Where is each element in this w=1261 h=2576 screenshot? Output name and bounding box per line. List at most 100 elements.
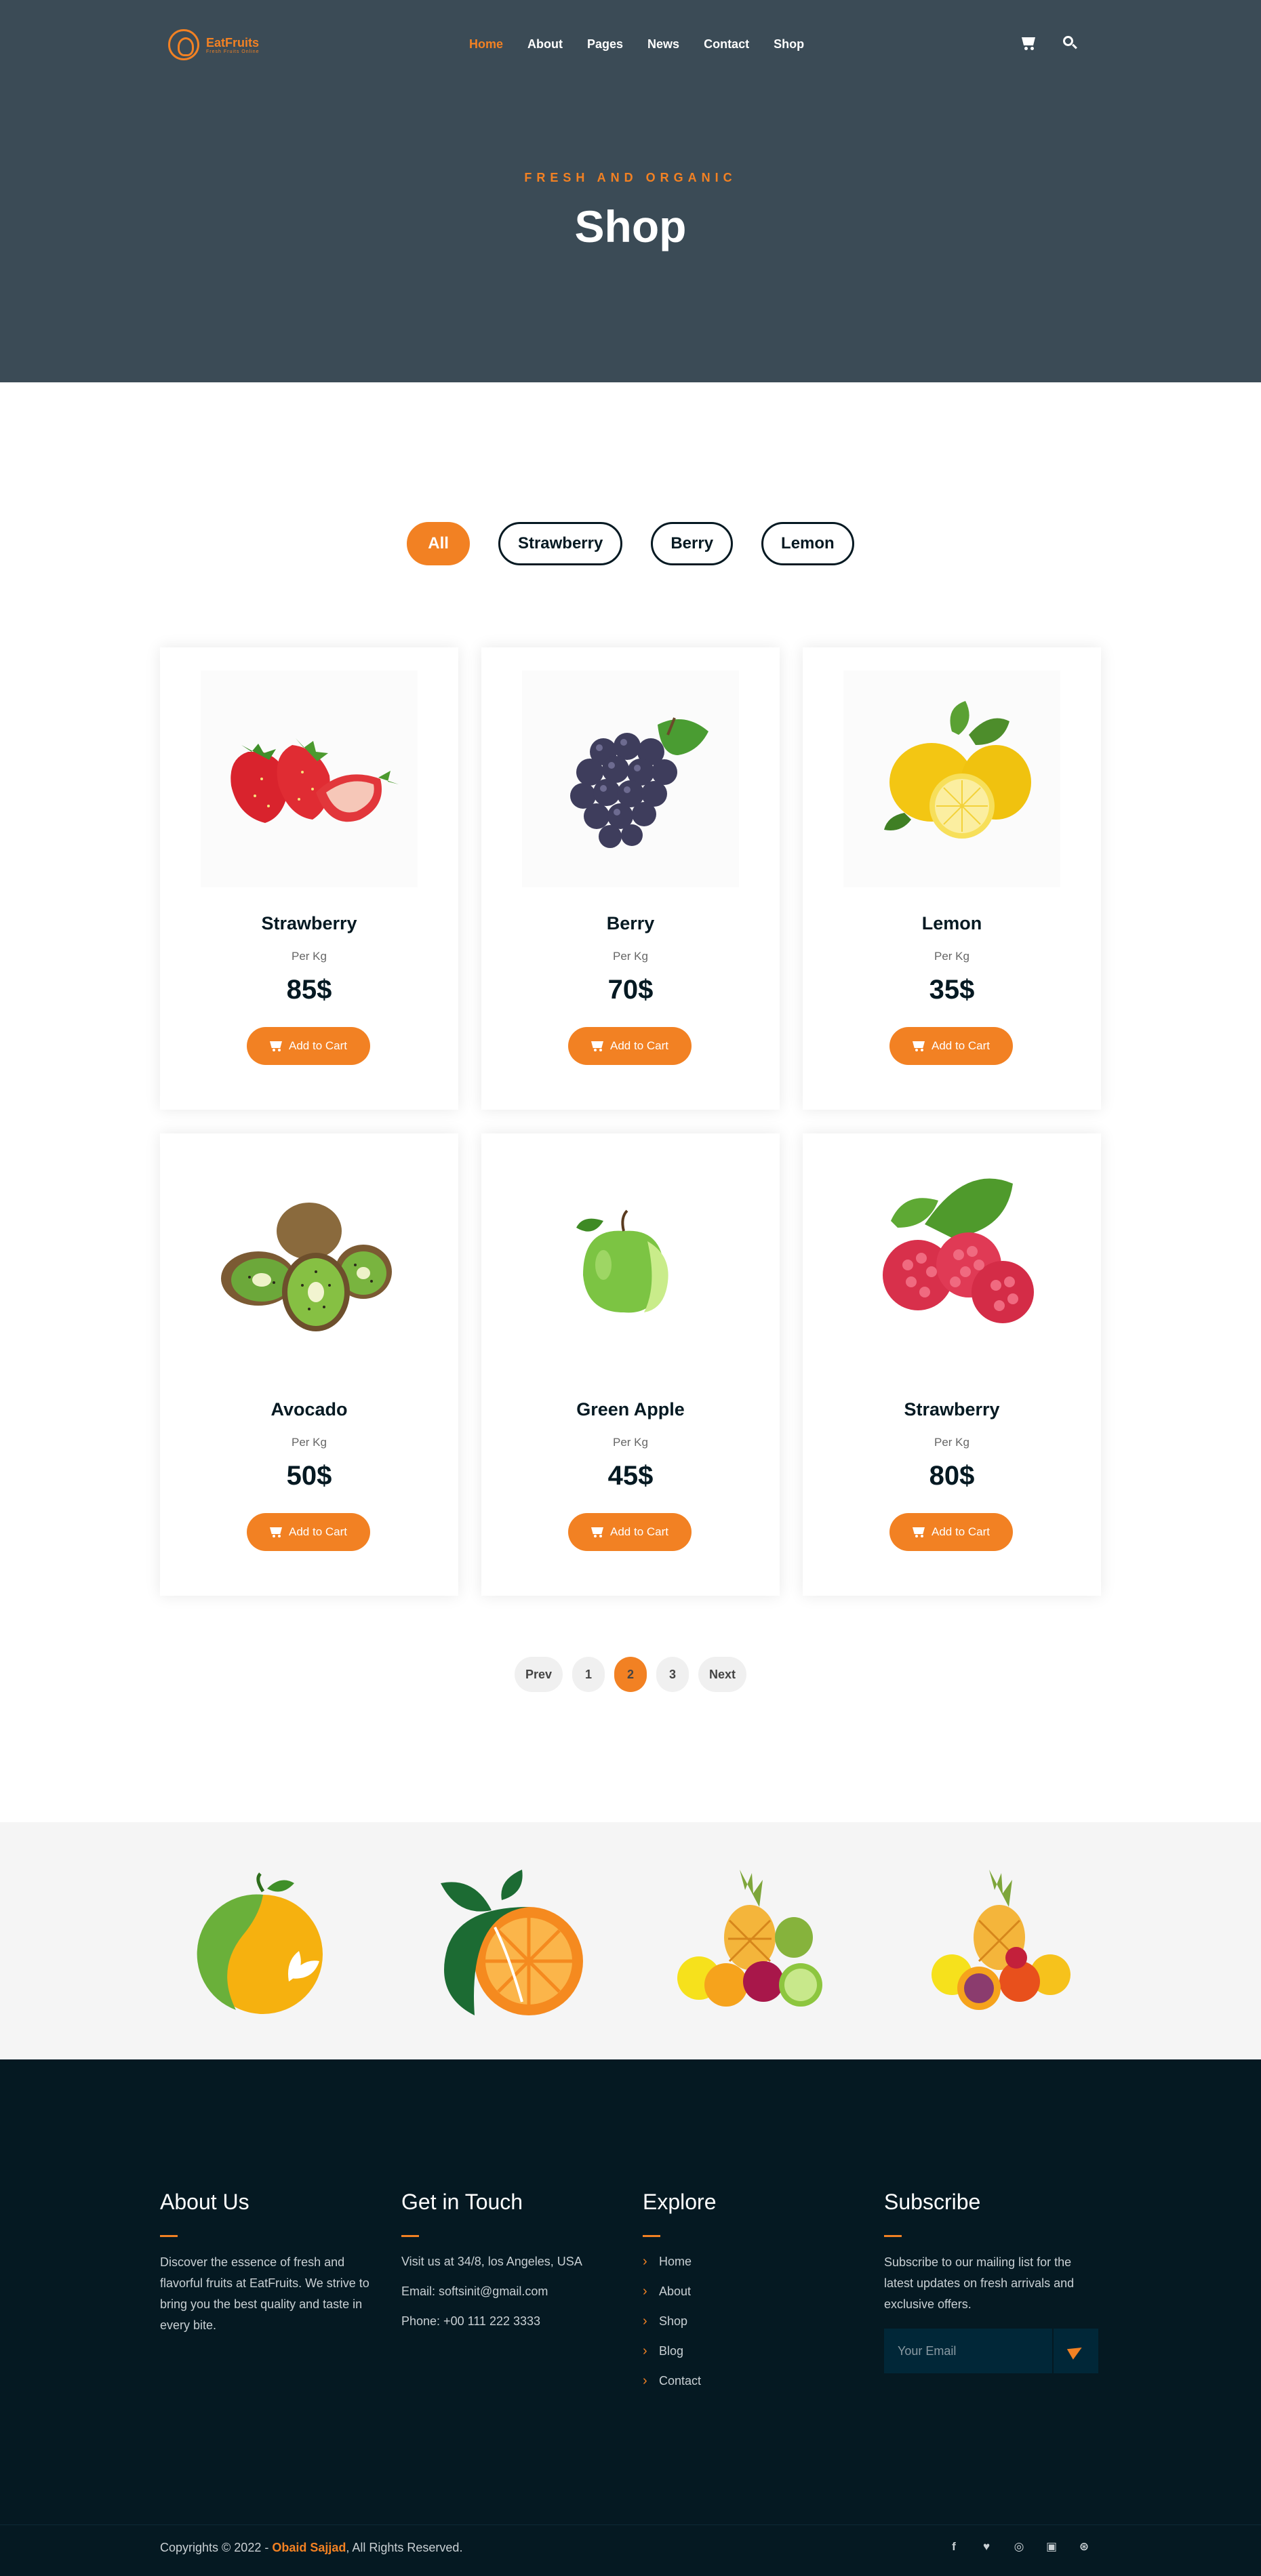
divider	[0, 2524, 1261, 2525]
product-filters: All Strawberry Berry Lemon	[0, 522, 1261, 565]
nav-item-shop[interactable]: Shop	[774, 33, 804, 56]
grapes-image[interactable]	[522, 670, 739, 887]
cart-icon	[270, 1527, 282, 1537]
footer-link-about[interactable]: › About	[643, 2276, 860, 2306]
filter-all[interactable]: All	[407, 522, 470, 565]
product-card: Avocado Per Kg 50$ Add to Cart	[160, 1133, 458, 1596]
chevron-right-icon: ›	[643, 2254, 647, 2269]
divider	[160, 2235, 178, 2237]
footer-about: About Us Discover the essence of fresh a…	[160, 2190, 377, 2336]
page-3-button[interactable]: 3	[656, 1657, 689, 1692]
product-card: Strawberry Per Kg 80$ Add to Cart	[803, 1133, 1101, 1596]
hero-section: EatFruits Fresh Fruits Online Home About…	[0, 0, 1261, 382]
product-name: Green Apple	[576, 1399, 685, 1420]
instagram-icon[interactable]: ◎	[1012, 2539, 1026, 2554]
logo-icon	[168, 29, 199, 60]
footer-about-title: About Us	[160, 2190, 249, 2214]
subscribe-form	[884, 2329, 1098, 2373]
footer-about-text: Discover the essence of fresh and flavor…	[160, 2255, 369, 2332]
add-to-cart-button[interactable]: Add to Cart	[889, 1027, 1013, 1065]
brand-name: EatFruits	[206, 35, 260, 49]
facebook-icon[interactable]: f	[946, 2539, 961, 2554]
tropical-fruits-logo-icon	[677, 1870, 822, 2007]
product-card: Strawberry Per Kg 85$ Add to Cart	[160, 647, 458, 1110]
social-links: f ♥ ◎ ▣ ⊛	[946, 2539, 1092, 2554]
filter-lemon[interactable]: Lemon	[761, 522, 854, 565]
add-to-cart-button[interactable]: Add to Cart	[889, 1513, 1013, 1551]
footer-link-home[interactable]: › Home	[643, 2247, 860, 2276]
product-unit: Per Kg	[292, 950, 327, 963]
subscribe-email-input[interactable]	[884, 2329, 1052, 2373]
contact-phone[interactable]: Phone: +00 111 222 3333	[401, 2306, 618, 2336]
nav-item-news[interactable]: News	[647, 33, 679, 56]
footer-link-blog[interactable]: › Blog	[643, 2336, 860, 2366]
product-unit: Per Kg	[934, 950, 969, 963]
lemon-image[interactable]	[843, 670, 1060, 887]
product-unit: Per Kg	[613, 950, 648, 963]
nav-item-about[interactable]: About	[527, 33, 563, 56]
cart-icon[interactable]	[1020, 34, 1038, 52]
footer-subscribe-title: Subscribe	[884, 2190, 981, 2214]
add-to-cart-button[interactable]: Add to Cart	[247, 1513, 370, 1551]
page-1-button[interactable]: 1	[572, 1657, 605, 1692]
add-to-cart-button[interactable]: Add to Cart	[568, 1513, 692, 1551]
cart-icon	[913, 1041, 925, 1051]
footer-contact-title: Get in Touch	[401, 2190, 523, 2214]
subscribe-button[interactable]	[1052, 2329, 1098, 2373]
chevron-right-icon: ›	[643, 2284, 647, 2299]
prev-page-button[interactable]: Prev	[514, 1657, 563, 1692]
fruit-basket-logo-icon	[932, 1870, 1070, 2010]
divider	[884, 2235, 902, 2237]
product-price: 35$	[929, 975, 975, 1005]
linkedin-icon[interactable]: ▣	[1044, 2539, 1059, 2554]
footer-contact: Get in Touch Visit us at 34/8, los Angel…	[401, 2190, 618, 2336]
search-icon[interactable]	[1061, 34, 1079, 52]
kiwi-image[interactable]	[201, 1156, 418, 1373]
product-card: Green Apple Per Kg 45$ Add to Cart	[481, 1133, 780, 1596]
author-link[interactable]: Obaid Sajjad	[272, 2541, 346, 2554]
footer-link-contact[interactable]: › Contact	[643, 2366, 860, 2396]
nav-item-pages[interactable]: Pages	[587, 33, 623, 56]
nav-item-home[interactable]: Home	[469, 33, 503, 56]
hero-subtitle: FRESH AND ORGANIC	[524, 171, 737, 184]
chevron-right-icon: ›	[643, 2314, 647, 2329]
product-unit: Per Kg	[934, 1436, 969, 1449]
product-price: 70$	[607, 975, 654, 1005]
nav-item-contact[interactable]: Contact	[704, 33, 749, 56]
product-price: 85$	[286, 975, 332, 1005]
send-icon	[1066, 2342, 1085, 2360]
twitter-icon[interactable]: ♥	[979, 2539, 994, 2554]
brand-logo[interactable]: EatFruits Fresh Fruits Online	[168, 27, 260, 62]
page-title: Shop	[574, 201, 687, 251]
product-name: Strawberry	[904, 1399, 1000, 1420]
cart-icon	[591, 1041, 603, 1051]
cart-icon	[591, 1527, 603, 1537]
green-apple-image[interactable]	[522, 1156, 739, 1373]
filter-berry[interactable]: Berry	[651, 522, 734, 565]
product-unit: Per Kg	[292, 1436, 327, 1449]
product-price: 80$	[929, 1461, 975, 1491]
top-navigation: EatFruits Fresh Fruits Online Home About…	[0, 0, 1261, 88]
raspberry-image[interactable]	[843, 1156, 1060, 1373]
orange-logo-icon	[441, 1870, 583, 2015]
strawberry-image[interactable]	[201, 670, 418, 887]
product-price: 45$	[607, 1461, 654, 1491]
page-2-button[interactable]: 2	[614, 1657, 647, 1692]
divider	[643, 2235, 660, 2237]
footer-explore: Explore › Home › About › Shop › Blog › Contac…	[643, 2190, 860, 2396]
product-card: Berry Per Kg 70$ Add to Cart	[481, 647, 780, 1110]
product-price: 50$	[286, 1461, 332, 1491]
dribbble-icon[interactable]: ⊛	[1077, 2539, 1092, 2554]
filter-strawberry[interactable]: Strawberry	[498, 522, 623, 565]
contact-address: Visit us at 34/8, los Angeles, USA	[401, 2255, 582, 2268]
add-to-cart-button[interactable]: Add to Cart	[247, 1027, 370, 1065]
next-page-button[interactable]: Next	[698, 1657, 747, 1692]
footer-link-shop[interactable]: › Shop	[643, 2306, 860, 2336]
cart-icon	[270, 1041, 282, 1051]
product-name: Lemon	[921, 913, 982, 933]
product-name: Strawberry	[261, 913, 357, 933]
header-actions	[1020, 34, 1079, 52]
add-to-cart-button[interactable]: Add to Cart	[568, 1027, 692, 1065]
chevron-right-icon: ›	[643, 2343, 647, 2358]
contact-email[interactable]: Email: softsinit@gmail.com	[401, 2276, 618, 2306]
